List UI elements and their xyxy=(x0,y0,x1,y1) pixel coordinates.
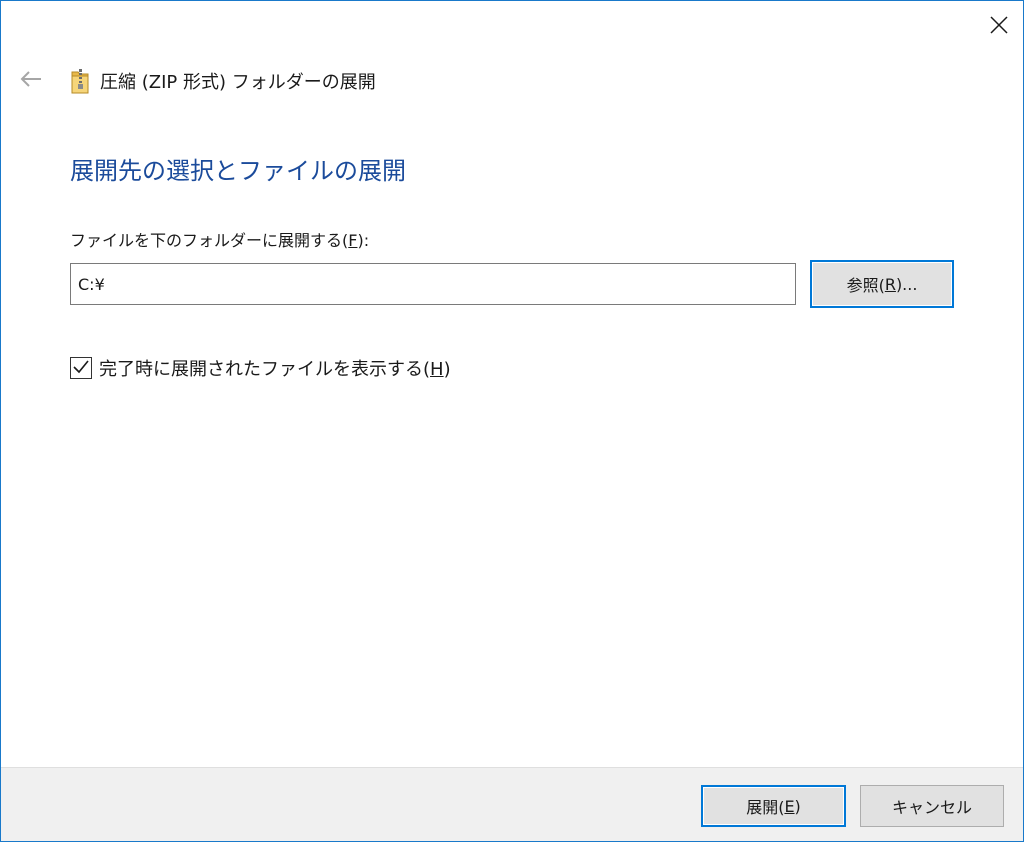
page-heading: 展開先の選択とファイルの展開 xyxy=(70,157,406,185)
browse-button-suffix: )... xyxy=(895,274,918,294)
back-arrow-icon xyxy=(20,71,42,91)
destination-label: ファイルを下のフォルダーに展開する(F): xyxy=(70,227,369,251)
extract-button-label: 展開( xyxy=(746,798,785,817)
show-files-label-suffix: ) xyxy=(443,359,451,380)
show-files-option: 完了時に展開されたファイルを表示する(H) xyxy=(70,355,451,381)
close-button[interactable] xyxy=(976,2,1022,48)
zip-folder-icon xyxy=(70,67,90,95)
cancel-button[interactable]: キャンセル xyxy=(860,785,1004,827)
destination-label-suffix: ): xyxy=(357,231,370,250)
browse-button-accesskey: R xyxy=(884,274,896,294)
checkmark-icon xyxy=(73,359,89,378)
back-button[interactable] xyxy=(17,67,45,95)
show-files-label-accesskey: H xyxy=(430,359,444,380)
browse-button[interactable]: 参照(R)... xyxy=(810,260,954,308)
dialog-footer: 展開(E) キャンセル xyxy=(1,767,1023,841)
dialog-title: 圧縮 (ZIP 形式) フォルダーの展開 xyxy=(100,72,376,93)
extract-button-suffix: ) xyxy=(794,796,801,816)
show-files-checkbox[interactable] xyxy=(70,357,92,379)
dialog-header: 圧縮 (ZIP 形式) フォルダーの展開 xyxy=(17,65,376,97)
browse-button-label: 参照( xyxy=(846,276,885,295)
destination-label-text: ファイルを下のフォルダーに展開する( xyxy=(70,231,349,250)
extract-button[interactable]: 展開(E) xyxy=(701,785,846,827)
show-files-label[interactable]: 完了時に展開されたファイルを表示する(H) xyxy=(99,355,451,381)
destination-path-input[interactable] xyxy=(70,263,796,305)
close-icon xyxy=(990,16,1008,34)
show-files-label-text: 完了時に展開されたファイルを表示する( xyxy=(99,359,431,380)
extract-button-accesskey: E xyxy=(784,796,795,816)
extract-dialog: 圧縮 (ZIP 形式) フォルダーの展開 展開先の選択とファイルの展開 ファイル… xyxy=(0,0,1024,842)
